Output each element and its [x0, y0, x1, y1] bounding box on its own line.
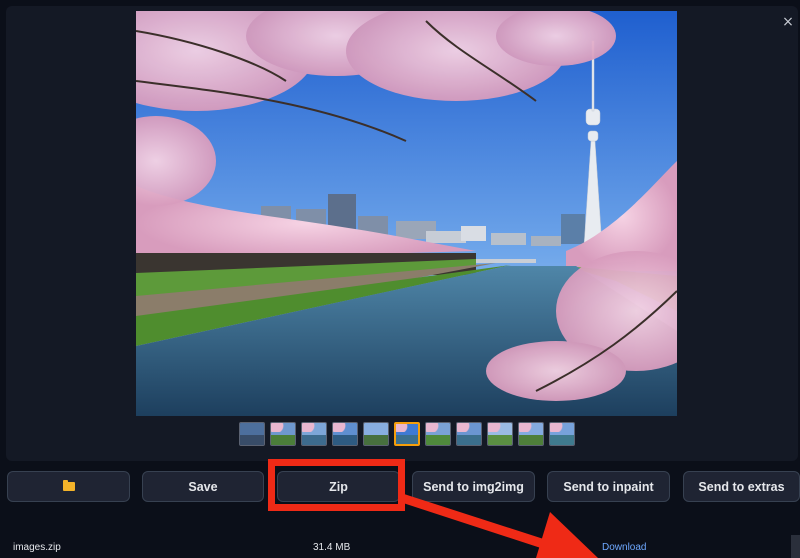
action-button-row: Save Zip Send to img2img Send to inpaint… [7, 471, 800, 503]
zip-button[interactable]: Zip [277, 471, 400, 502]
thumbnail[interactable] [270, 422, 296, 446]
thumbnail[interactable] [487, 422, 513, 446]
thumbnail[interactable] [332, 422, 358, 446]
send-to-extras-button[interactable]: Send to extras [683, 471, 800, 502]
download-link[interactable]: Download [602, 542, 646, 553]
thumbnail[interactable] [549, 422, 575, 446]
thumbnail[interactable] [301, 422, 327, 446]
file-name: images.zip [13, 542, 61, 553]
thumbnail[interactable] [363, 422, 389, 446]
send-to-inpaint-button[interactable]: Send to inpaint [547, 471, 670, 502]
close-icon[interactable]: × [780, 14, 796, 30]
save-button[interactable]: Save [142, 471, 264, 502]
file-download-row: images.zip 31.4 MB Download [0, 535, 800, 558]
thumbnail[interactable] [456, 422, 482, 446]
open-folder-button[interactable] [7, 471, 130, 502]
thumbnail-strip [239, 422, 575, 448]
thumbnail[interactable] [239, 422, 265, 446]
scrollbar[interactable] [791, 535, 800, 558]
send-to-img2img-button[interactable]: Send to img2img [412, 471, 535, 502]
file-size: 31.4 MB [313, 542, 351, 553]
thumbnail[interactable] [425, 422, 451, 446]
folder-icon [62, 480, 75, 491]
thumbnail-selected[interactable] [394, 422, 420, 446]
thumbnail[interactable] [518, 422, 544, 446]
main-image [136, 11, 677, 416]
